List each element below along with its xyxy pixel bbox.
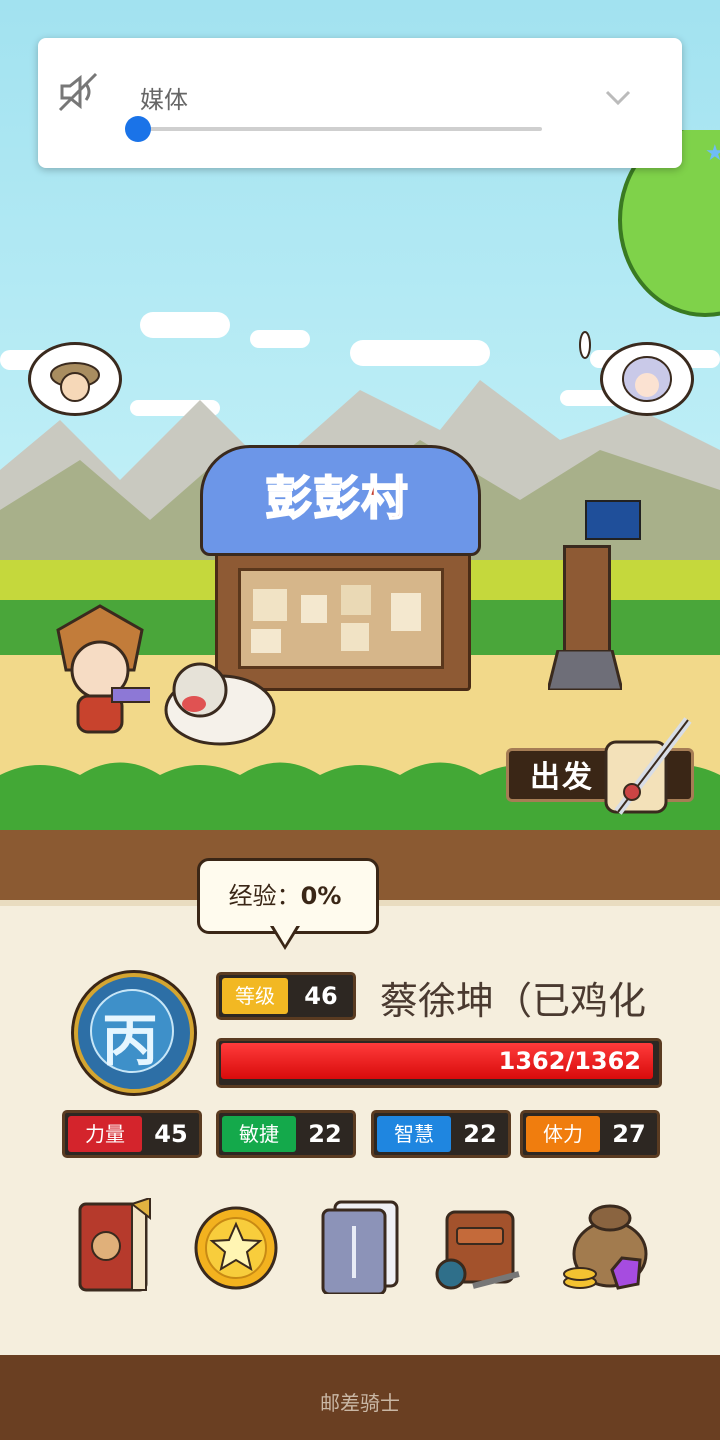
watch-tower — [563, 545, 611, 666]
level-value: 46 — [304, 982, 338, 1010]
svg-text:★: ★ — [705, 141, 720, 166]
cloud — [140, 312, 230, 338]
volume-slider-thumb[interactable] — [125, 116, 151, 142]
feather-icon — [579, 331, 591, 359]
level-label: 等级 — [222, 978, 288, 1014]
banner-flag-icon — [585, 500, 641, 540]
volume-mute-icon[interactable] — [58, 72, 100, 112]
stat-agility-value: 22 — [308, 1120, 342, 1148]
tower-base — [548, 650, 622, 690]
cards-icon[interactable] — [315, 1198, 405, 1294]
stat-wisdom: 智慧 22 — [371, 1110, 511, 1158]
cloud — [250, 330, 310, 348]
stat-stamina: 体力 27 — [520, 1110, 660, 1158]
stat-agility-label: 敏捷 — [222, 1116, 296, 1152]
stat-stamina-value: 27 — [612, 1120, 646, 1148]
npc-bubble-girl[interactable] — [600, 342, 694, 416]
rank-medal-label: 丙 — [102, 1009, 158, 1074]
depart-label: 出发 — [530, 760, 594, 795]
exp-text: 经验：0% — [197, 876, 373, 911]
hp-text: 1362/1362 — [498, 1047, 641, 1075]
chevron-down-icon[interactable] — [604, 88, 632, 108]
npc-bubble-explorer[interactable] — [28, 342, 122, 416]
character-name: 蔡徐坤（已鸡化 — [380, 979, 647, 1023]
star-coin-icon[interactable] — [190, 1198, 280, 1294]
village-name: 彭彭村 — [265, 470, 410, 526]
stat-wisdom-value: 22 — [463, 1120, 497, 1148]
hero-character[interactable] — [50, 600, 150, 740]
stat-strength-value: 45 — [154, 1120, 188, 1148]
girl-face-icon — [622, 356, 672, 402]
level-chip: 等级 46 — [216, 972, 356, 1020]
explorer-face-icon — [50, 362, 100, 402]
backpack-icon[interactable] — [435, 1198, 525, 1294]
treasure-bag-icon[interactable] — [560, 1198, 650, 1294]
stat-agility: 敏捷 22 — [216, 1110, 356, 1158]
exp-value: 0% — [300, 882, 342, 910]
exp-label: 经验： — [228, 882, 301, 910]
volume-label: 媒体 — [140, 86, 188, 114]
stat-stamina-label: 体力 — [526, 1116, 600, 1152]
volume-popup: 媒体 — [38, 38, 682, 168]
sword-scroll-icon — [604, 717, 692, 815]
stat-strength-label: 力量 — [68, 1116, 142, 1152]
footer-label: 邮差骑士 — [320, 1391, 400, 1415]
dog-companion[interactable] — [160, 650, 290, 750]
stat-strength: 力量 45 — [62, 1110, 202, 1158]
volume-slider-track[interactable] — [138, 127, 542, 131]
book-icon[interactable] — [70, 1198, 160, 1294]
stat-wisdom-label: 智慧 — [377, 1116, 451, 1152]
